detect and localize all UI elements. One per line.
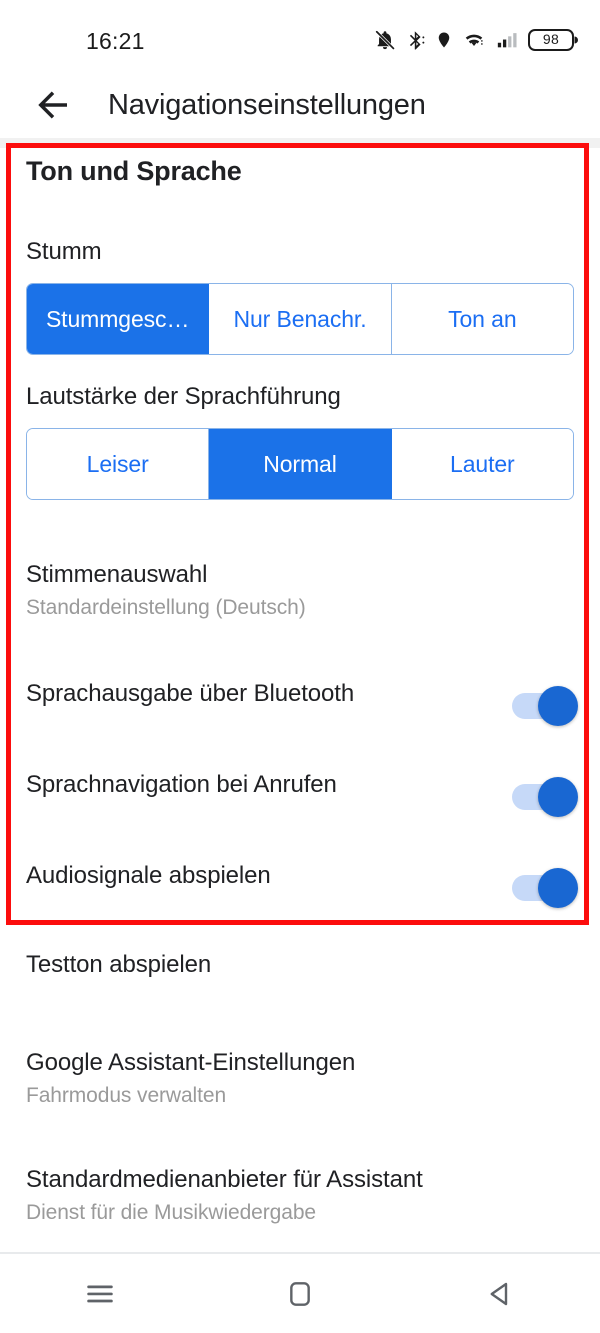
voice-selection-subtitle: Standardeinstellung (Deutsch) bbox=[26, 596, 306, 619]
list-item-default-media-provider[interactable]: Standardmedienanbieter für Assistant Die… bbox=[0, 1153, 600, 1237]
wifi-icon bbox=[462, 29, 486, 51]
toggle-thumb bbox=[538, 686, 578, 726]
back-arrow-icon[interactable] bbox=[24, 76, 82, 134]
segment-mute-muted[interactable]: Stummgesc… bbox=[27, 284, 210, 354]
voice-selection-title: Stimmenauswahl bbox=[26, 561, 208, 588]
bluetooth-voice-output-title: Sprachausgabe über Bluetooth bbox=[26, 680, 355, 707]
toggle-bluetooth-voice-output[interactable] bbox=[512, 686, 578, 726]
google-assistant-settings-subtitle: Fahrmodus verwalten bbox=[26, 1084, 227, 1107]
content-top-shade bbox=[0, 138, 600, 148]
voice-nav-during-calls-title: Sprachnavigation bei Anrufen bbox=[26, 771, 337, 798]
battery-percent-label: 98 bbox=[542, 31, 560, 47]
list-item-play-test-sound[interactable]: Testton abspielen bbox=[0, 938, 600, 998]
list-item-google-assistant-settings[interactable]: Google Assistant-Einstellungen Fahrmodus… bbox=[0, 1036, 600, 1120]
bluetooth-icon bbox=[405, 29, 426, 51]
list-item-play-audio-signals[interactable]: Audiosignale abspielen bbox=[0, 838, 600, 916]
back-icon[interactable] bbox=[400, 1254, 600, 1333]
status-bar-icons: 98 bbox=[374, 27, 578, 53]
battery-icon: 98 bbox=[528, 27, 578, 53]
toggle-thumb bbox=[538, 868, 578, 908]
label-mute: Stumm bbox=[26, 238, 102, 265]
title-bar: Navigationseinstellungen bbox=[0, 72, 600, 138]
toggle-thumb bbox=[538, 777, 578, 817]
play-test-sound-title: Testton abspielen bbox=[26, 951, 212, 978]
default-media-provider-title: Standardmedienanbieter für Assistant bbox=[26, 1166, 423, 1193]
settings-content: Ton und Sprache Stumm Stummgesc… Nur Ben… bbox=[0, 138, 600, 1252]
play-audio-signals-title: Audiosignale abspielen bbox=[26, 862, 271, 889]
segmented-control-mute[interactable]: Stummgesc… Nur Benachr. Ton an bbox=[26, 283, 574, 355]
segment-mute-sound-on[interactable]: Ton an bbox=[391, 284, 573, 354]
phone-screen: 16:21 98 Navigationseinstellungen Ton un… bbox=[0, 0, 600, 1333]
android-nav-bar bbox=[0, 1254, 600, 1333]
section-title-sound-and-voice: Ton und Sprache bbox=[26, 156, 242, 186]
segmented-control-volume[interactable]: Leiser Normal Lauter bbox=[26, 428, 574, 500]
default-media-provider-subtitle: Dienst für die Musikwiedergabe bbox=[26, 1201, 316, 1224]
toggle-play-audio-signals[interactable] bbox=[512, 868, 578, 908]
label-guidance-volume: Lautstärke der Sprachführung bbox=[26, 383, 341, 410]
segment-volume-louder[interactable]: Lauter bbox=[391, 429, 573, 499]
list-item-voice-selection[interactable]: Stimmenauswahl Standardeinstellung (Deut… bbox=[0, 548, 600, 632]
toggle-voice-nav-during-calls[interactable] bbox=[512, 777, 578, 817]
location-icon bbox=[435, 29, 453, 51]
list-item-voice-nav-during-calls[interactable]: Sprachnavigation bei Anrufen bbox=[0, 747, 600, 825]
list-item-bluetooth-voice-output[interactable]: Sprachausgabe über Bluetooth bbox=[0, 656, 600, 734]
signal-icon bbox=[495, 29, 519, 51]
google-assistant-settings-title: Google Assistant-Einstellungen bbox=[26, 1049, 356, 1076]
recent-apps-icon[interactable] bbox=[0, 1254, 200, 1333]
home-icon[interactable] bbox=[200, 1254, 400, 1333]
segment-mute-alerts-only[interactable]: Nur Benachr. bbox=[209, 284, 392, 354]
segment-volume-softer[interactable]: Leiser bbox=[27, 429, 210, 499]
status-bar-clock: 16:21 bbox=[86, 28, 145, 54]
page-title: Navigationseinstellungen bbox=[108, 88, 426, 121]
bell-off-icon bbox=[374, 29, 396, 51]
segment-volume-normal[interactable]: Normal bbox=[209, 429, 392, 499]
status-bar: 16:21 98 bbox=[0, 0, 600, 72]
